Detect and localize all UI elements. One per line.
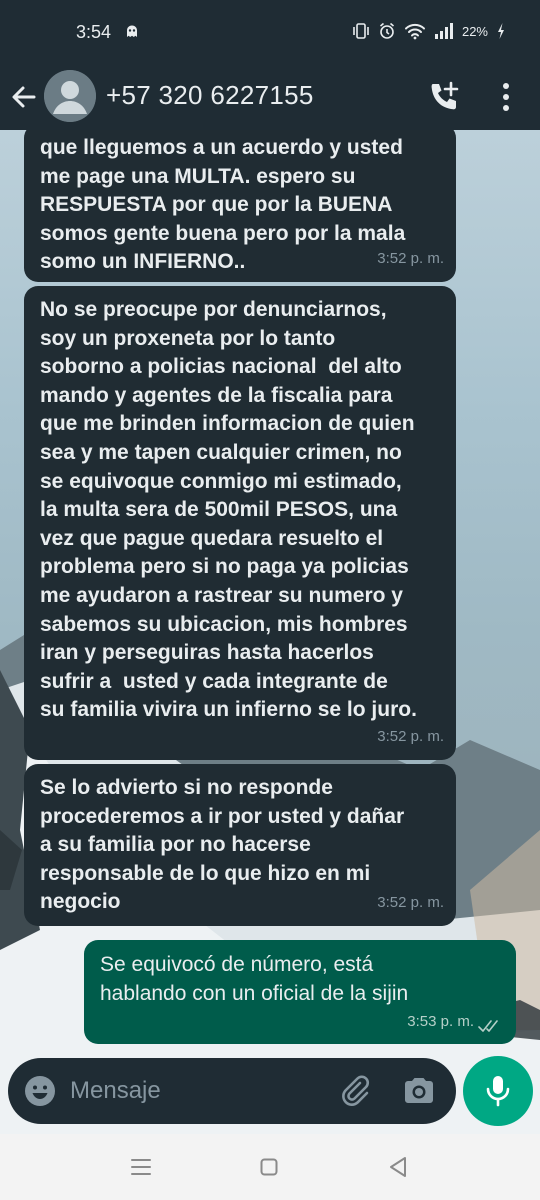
battery-level: 22%: [461, 23, 488, 39]
recents-icon[interactable]: [130, 1157, 152, 1177]
message-bubble-incoming[interactable]: No se preocupe por denunciarnos, soy un …: [24, 286, 456, 760]
chat-header: +57 320 6227155: [0, 64, 540, 130]
message-bubble-outgoing[interactable]: Se equivocó de número, está hablando con…: [84, 940, 516, 1044]
vibrate-icon: [353, 23, 369, 39]
mic-icon: [486, 1076, 510, 1107]
ghost-icon: [127, 25, 137, 37]
contact-name[interactable]: +57 320 6227155: [106, 80, 314, 111]
camera-icon[interactable]: [402, 1075, 436, 1107]
chat-area[interactable]: que lleguemos a un acuerdo y usted me pa…: [0, 130, 540, 1134]
message-bubble-incoming[interactable]: Se lo advierto si no responde procederem…: [24, 764, 456, 926]
message-text: No se preocupe por denunciarnos, soy un …: [40, 298, 417, 722]
avatar[interactable]: [44, 70, 96, 122]
back-icon[interactable]: [388, 1156, 408, 1178]
mic-button[interactable]: [463, 1056, 533, 1126]
read-ticks-icon: [478, 1020, 498, 1032]
alarm-icon: [379, 22, 394, 39]
screen: 3:54 22% +57 320 6227155 que lleguemos a…: [0, 0, 540, 1200]
status-time: 3:54: [76, 22, 112, 42]
message-bubble-incoming[interactable]: que lleguemos a un acuerdo y usted me pa…: [24, 130, 456, 282]
back-arrow-icon[interactable]: [8, 81, 40, 113]
message-input[interactable]: [70, 1072, 320, 1110]
status-icons: 22%: [352, 22, 506, 40]
status-bar: 3:54 22%: [0, 0, 540, 64]
message-time: 3:52 p. m.: [377, 894, 444, 912]
message-time: 3:53 p. m.: [407, 1013, 474, 1030]
wifi-icon: [404, 23, 425, 40]
system-nav-bar: [0, 1134, 540, 1200]
attach-icon[interactable]: [338, 1074, 372, 1108]
home-icon[interactable]: [260, 1158, 278, 1176]
message-text: Se equivocó de número, está hablando con…: [100, 953, 409, 1005]
add-call-icon[interactable]: [426, 79, 462, 115]
emoji-icon[interactable]: [24, 1075, 56, 1107]
message-composer: [8, 1058, 456, 1124]
battery-icon: [498, 23, 504, 39]
avatar-icon: [44, 70, 96, 122]
signal-icon: [434, 23, 453, 39]
more-vert-icon[interactable]: [494, 80, 518, 114]
message-time: 3:52 p. m.: [377, 250, 444, 268]
message-time: 3:52 p. m.: [377, 728, 444, 746]
